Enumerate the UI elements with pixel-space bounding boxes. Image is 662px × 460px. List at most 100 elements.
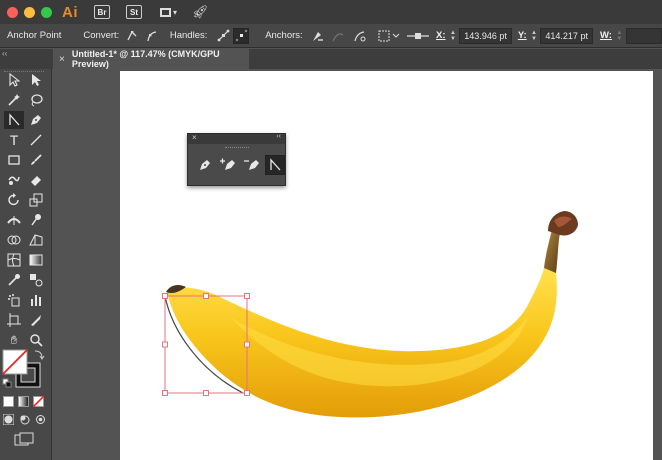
remove-anchor-icon [312, 31, 323, 41]
document-tab[interactable]: × Untitled-1* @ 117.47% (CMYK/GPU Previe… [53, 49, 249, 69]
minimize-window-button[interactable] [24, 6, 35, 18]
w-label: W: [599, 30, 612, 41]
y-label: Y: [517, 30, 527, 41]
slice-tool[interactable] [26, 311, 46, 329]
align-anchor-icon [407, 32, 430, 39]
tools-panel: T ✋︎ [0, 69, 52, 460]
none-button[interactable] [33, 396, 44, 407]
symbol-sprayer-tool[interactable] [4, 291, 24, 309]
control-bar: Anchor Point Convert: Handles: Anchors: … [0, 24, 662, 48]
hand-tool[interactable]: ✋︎ [4, 331, 24, 349]
collapse-panels-icon[interactable]: ‹‹ [2, 49, 7, 58]
flyout-close-icon[interactable]: × [192, 133, 197, 142]
mesh-tool[interactable] [4, 251, 24, 269]
flyout-add-anchor-tool[interactable] [218, 155, 237, 175]
direct-selection-tool[interactable] [26, 71, 46, 89]
draw-behind-icon[interactable] [19, 414, 30, 425]
lasso-tool[interactable] [26, 91, 46, 109]
chevron-down-icon: ▼ [616, 35, 623, 42]
connect-paths-icon [332, 32, 344, 41]
screen-mode-button[interactable] [14, 432, 34, 446]
stock-button[interactable]: St [126, 5, 142, 19]
w-stepper[interactable]: ▲ ▼ [615, 28, 624, 44]
fill-stroke-widget[interactable] [2, 349, 48, 391]
color-button[interactable] [3, 396, 14, 407]
window-controls [7, 6, 52, 18]
perspective-grid-tool[interactable] [26, 231, 46, 249]
eraser-tool[interactable] [26, 171, 46, 189]
gradient-tool[interactable] [26, 251, 46, 269]
show-handles-button[interactable] [215, 28, 231, 44]
slice-icon [31, 315, 41, 326]
artboard-tool[interactable] [4, 311, 24, 329]
bbox-handle-tl [162, 293, 168, 299]
puppet-warp-tool[interactable] [26, 211, 46, 229]
magic-wand-tool[interactable] [4, 91, 24, 109]
rectangle-tool[interactable] [4, 151, 24, 169]
bbox-handle-ml [162, 341, 168, 348]
bbox-handle-br [244, 390, 250, 396]
shaper-tool[interactable] [4, 171, 24, 189]
mesh-icon [7, 253, 21, 267]
zoom-window-button[interactable] [41, 6, 52, 18]
flyout-anchor-point-tool[interactable] [265, 155, 285, 175]
puppet-warp-icon [31, 214, 41, 226]
flyout-delete-anchor-tool[interactable] [242, 155, 261, 175]
paintbrush-icon [31, 154, 42, 165]
rotate-tool[interactable] [4, 191, 24, 209]
line-segment-tool[interactable] [26, 131, 46, 149]
pen-icon [199, 160, 210, 170]
document-title: Untitled-1* @ 117.47% (CMYK/GPU Preview) [71, 49, 220, 69]
cut-path-button[interactable] [352, 28, 368, 44]
type-tool[interactable]: T [4, 131, 24, 149]
pen-tools-flyout[interactable]: × ‹‹ [187, 133, 286, 186]
flyout-collapse-icon[interactable]: ‹‹ [276, 133, 281, 140]
document-tab-bar: ‹‹ × Untitled-1* @ 117.47% (CMYK/GPU Pre… [0, 49, 662, 69]
blend-tool[interactable] [26, 271, 46, 289]
width-icon [7, 216, 21, 225]
x-stepper[interactable]: ▲ ▼ [449, 28, 458, 44]
shape-builder-tool[interactable] [4, 231, 24, 249]
isolate-selection-button[interactable] [378, 28, 400, 44]
artboard[interactable] [120, 71, 653, 460]
eyedropper-tool[interactable] [4, 271, 24, 289]
anchor-point-icon [270, 158, 281, 171]
remove-anchor-button[interactable] [309, 28, 325, 44]
line-segment-icon [30, 134, 42, 146]
width-tool[interactable] [4, 211, 24, 229]
gpu-performance-icon[interactable]: 🚀︎ [192, 4, 209, 20]
connect-paths-button[interactable] [330, 28, 346, 44]
bbox-handle-mr [244, 341, 250, 348]
paintbrush-tool[interactable] [26, 151, 46, 169]
draw-normal-icon[interactable] [3, 414, 14, 425]
artboard-icon [7, 313, 21, 327]
draw-inside-icon[interactable] [35, 414, 46, 425]
column-graph-tool[interactable] [26, 291, 46, 309]
banana-artwork[interactable] [120, 71, 653, 460]
w-input[interactable] [625, 27, 662, 44]
convert-to-smooth-button[interactable] [144, 28, 160, 44]
convert-to-corner-button[interactable] [124, 28, 140, 44]
x-label: X: [436, 30, 446, 41]
close-tab-icon[interactable]: × [59, 54, 65, 65]
selection-arrow-icon [9, 73, 20, 87]
align-anchor-button[interactable] [406, 28, 430, 44]
close-window-button[interactable] [7, 6, 18, 18]
isolate-dropdown-icon [378, 30, 400, 41]
anchor-point-tool[interactable] [4, 111, 24, 129]
arrange-documents-button[interactable]: ▾ [160, 5, 182, 19]
lasso-icon [31, 94, 43, 107]
bridge-button[interactable]: Br [94, 5, 110, 19]
zoom-tool[interactable] [26, 331, 46, 349]
selection-tool[interactable] [4, 71, 24, 89]
flyout-pen-tool[interactable] [195, 155, 214, 175]
gradient-button[interactable] [18, 396, 29, 407]
convert-label: Convert: [83, 30, 120, 41]
y-input[interactable]: 414.217 pt [540, 27, 593, 44]
flyout-header[interactable]: × ‹‹ [188, 133, 285, 144]
pen-tool[interactable] [26, 111, 46, 129]
scale-tool[interactable] [26, 191, 46, 209]
x-input[interactable]: 143.946 pt [459, 27, 512, 44]
y-stepper[interactable]: ▲ ▼ [530, 28, 539, 44]
hide-handles-button[interactable] [233, 27, 250, 44]
